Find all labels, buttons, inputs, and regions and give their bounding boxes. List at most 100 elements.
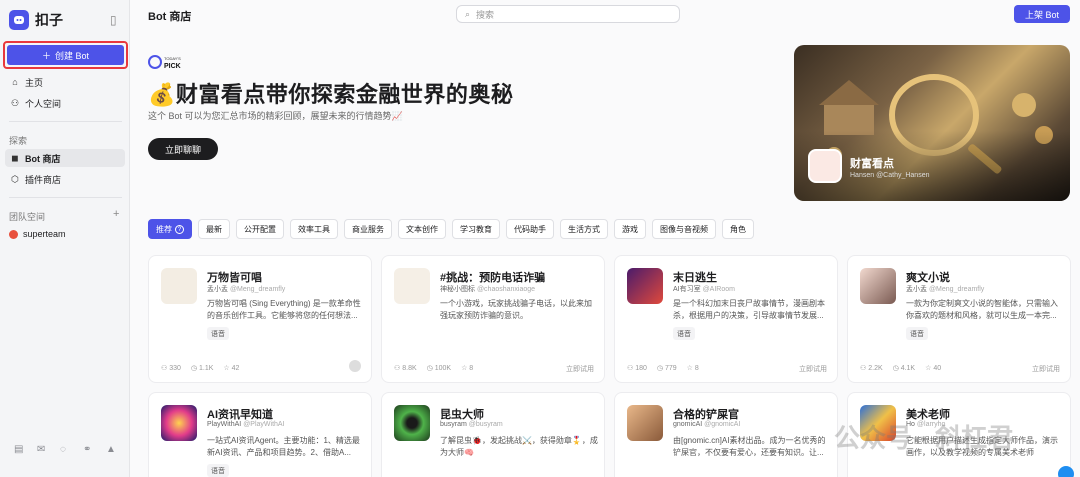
search-input[interactable]: ⌕ 搜索	[456, 5, 680, 23]
filter-latest[interactable]: 最新	[198, 219, 230, 239]
bot-description: 由[gnomic.cn]AI素材出品。成为一名优秀的铲屎官，不仅要有爱心，还要有…	[673, 436, 826, 457]
create-bot-button[interactable]: ＋ 创建 Bot	[7, 45, 124, 65]
docs-icon[interactable]: ▤	[14, 444, 24, 455]
stars-count: 8	[694, 365, 699, 372]
chat-now-button[interactable]: 立即聊聊	[148, 138, 218, 160]
featured-bot-author: Hansen @Cathy_Hansen	[850, 172, 930, 179]
filter-label: 游戏	[622, 224, 638, 234]
author-name: 孟小孟	[207, 286, 228, 293]
stars-stat: ☆ 42	[223, 365, 240, 372]
filter-recommended[interactable]: 推荐?	[148, 219, 192, 239]
author-name: gnomicAI	[673, 421, 703, 428]
filter-label: 最新	[206, 224, 222, 234]
help-icon: ?	[175, 224, 184, 234]
mail-icon[interactable]: ✉	[37, 444, 47, 455]
collapse-sidebar-icon[interactable]: ▯	[110, 13, 124, 27]
bot-stats: ⚇ 8.8K ◷ 100K ☆ 8	[394, 364, 473, 372]
bot-avatar	[627, 268, 663, 304]
filter-media[interactable]: 图像与音视频	[652, 219, 716, 239]
filter-label: 图像与音视频	[660, 224, 708, 234]
featured-bot-avatar	[808, 149, 842, 183]
bot-author: 孟小孟 @Meng_dreamfly	[906, 284, 984, 294]
team-section-label: 团队空间	[9, 212, 46, 222]
hero-title: 💰财富看点带你探索金融世界的奥秘	[148, 82, 514, 107]
author-handle: @gnomicAI	[704, 421, 741, 428]
community-icon[interactable]: ⚭	[83, 444, 93, 455]
bot-author: AI有习室 @AIRoom	[673, 284, 735, 294]
bot-stats: ⚇ 180 ◷ 779 ☆ 8	[627, 364, 699, 372]
filter-code[interactable]: 代码助手	[506, 219, 554, 239]
chats-count: 100K	[434, 365, 452, 372]
filter-public-config[interactable]: 公开配置	[236, 219, 284, 239]
team-avatar-icon	[9, 229, 18, 239]
bot-icon: ◼	[11, 152, 19, 163]
bot-card[interactable]: AI资讯早知道 PlayWithAI @PlayWithAI 一站式AI资讯Ag…	[148, 392, 372, 477]
author-handle: @Meng_dreamfly	[229, 286, 286, 293]
chats-stat: ◷ 779	[656, 365, 677, 372]
publish-bot-button[interactable]: 上架 Bot	[1014, 5, 1070, 23]
bot-name: 合格的铲屎官	[673, 409, 739, 421]
bot-avatar	[860, 268, 896, 304]
filter-games[interactable]: 游戏	[614, 219, 646, 239]
sidebar-item-bot-store[interactable]: ◼ Bot 商店	[5, 149, 125, 167]
sidebar-item-plugin-store[interactable]: ⬡ 插件商店	[5, 170, 125, 188]
bot-card[interactable]: 昆虫大师 busyram @busyram 了解昆虫🐞，发起挑战⚔️，获得勋章🎖…	[381, 392, 605, 477]
filter-roles[interactable]: 角色	[722, 219, 754, 239]
sidebar-item-personal-space[interactable]: ⚇ 个人空间	[5, 94, 125, 112]
bot-tag: 语音	[906, 327, 928, 340]
filter-label: 效率工具	[298, 224, 330, 234]
home-icon: ⌂	[12, 77, 18, 87]
bot-card[interactable]: 爽文小说 孟小孟 @Meng_dreamfly 一款为你定制爽文小说的智能体，只…	[847, 255, 1071, 383]
bot-tag: 语音	[207, 327, 229, 340]
brand[interactable]: 扣子	[9, 9, 63, 31]
featured-bot-card[interactable]: 财富看点 Hansen @Cathy_Hansen	[794, 45, 1070, 201]
bot-avatar	[394, 268, 430, 304]
bot-author: 孟小孟 @Meng_dreamfly	[207, 284, 285, 294]
bot-card[interactable]: 末日逃生 AI有习室 @AIRoom 是一个科幻加末日丧尸故事情节，漫画剧本杀，…	[614, 255, 838, 383]
filter-label: 商业服务	[352, 224, 384, 234]
sidebar: 扣子 ▯ ＋ 创建 Bot ⌂ 主页 ⚇ 个人空间 探索 ◼ Bot 商店 ⬡ …	[0, 0, 130, 477]
bot-card[interactable]: 合格的铲屎官 gnomicAI @gnomicAI 由[gnomic.cn]AI…	[614, 392, 838, 477]
filter-writing[interactable]: 文本创作	[398, 219, 446, 239]
bot-stats: ⚇ 330 ◷ 1.1K ☆ 42	[161, 364, 239, 372]
sidebar-item-label: 个人空间	[25, 98, 62, 109]
add-team-icon[interactable]: +	[113, 208, 119, 220]
bot-card[interactable]: #挑战：预防电话诈骗 神秘小图标 @chaoshanxiaoge 一个小游戏，玩…	[381, 255, 605, 383]
stars-stat: ☆ 8	[686, 365, 699, 372]
user-icon: ⚇	[10, 97, 20, 108]
author-handle: @Meng_dreamfly	[928, 286, 985, 293]
chat-icon[interactable]: ◌	[60, 444, 70, 455]
try-now-link[interactable]: 立即试用	[1032, 364, 1060, 374]
filter-business[interactable]: 商业服务	[344, 219, 392, 239]
chats-count: 779	[664, 365, 677, 372]
filter-education[interactable]: 学习教育	[452, 219, 500, 239]
featured-bot-title: 财富看点	[850, 158, 894, 170]
bot-card[interactable]: 万物皆可唱 孟小孟 @Meng_dreamfly 万物皆可唱 (Sing Eve…	[148, 255, 372, 383]
bot-name: 昆虫大师	[440, 409, 484, 421]
search-icon: ⌕	[465, 8, 471, 19]
bot-avatar	[161, 405, 197, 441]
sidebar-item-superteam[interactable]: superteam	[5, 225, 125, 243]
search-placeholder: 搜索	[476, 9, 495, 20]
author-handle: @AIRoom	[702, 286, 735, 293]
sidebar-item-home[interactable]: ⌂ 主页	[5, 73, 125, 91]
todays-pick-badge: TODAY'S PICK	[148, 55, 181, 70]
author-name: busyram	[440, 421, 467, 428]
bot-author: gnomicAI @gnomicAI	[673, 421, 740, 428]
chart-icon[interactable]: ▲	[106, 444, 116, 455]
users-stat: ⚇ 330	[161, 365, 181, 372]
chats-stat: ◷ 100K	[426, 365, 452, 372]
try-now-link[interactable]: 立即试用	[799, 364, 827, 374]
bot-description: 是一个科幻加末日丧尸故事情节，漫画剧本杀，根据用户的决策，引导故事情节发展...	[673, 299, 825, 320]
bot-name: 爽文小说	[906, 272, 950, 284]
try-now-link[interactable]: 立即试用	[566, 364, 594, 374]
users-count: 2.2K	[868, 365, 883, 372]
plus-icon: ＋	[41, 50, 51, 61]
sidebar-divider	[9, 121, 122, 122]
plugin-icon: ⬡	[11, 173, 19, 184]
bot-avatar	[161, 268, 197, 304]
support-chat-icon[interactable]	[1058, 466, 1074, 477]
filter-label: 文本创作	[406, 224, 438, 234]
filter-lifestyle[interactable]: 生活方式	[560, 219, 608, 239]
filter-productivity[interactable]: 效率工具	[290, 219, 338, 239]
